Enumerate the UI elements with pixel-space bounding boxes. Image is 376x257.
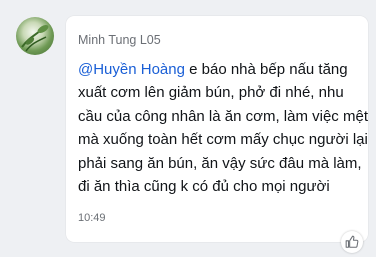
- message-time: 10:49: [78, 212, 106, 224]
- message-bubble: Minh Tung L05 @Huyền Hoàng e báo nhà bếp…: [66, 16, 368, 242]
- like-button[interactable]: [341, 231, 363, 253]
- avatar[interactable]: [16, 17, 54, 55]
- thumbs-up-icon: [345, 235, 359, 248]
- mention-link[interactable]: @Huyền Hoàng: [78, 61, 185, 78]
- message-text: @Huyền Hoàng e báo nhà bếp nấu tăng xuất…: [78, 58, 368, 198]
- avatar-photo-icon: [21, 25, 49, 52]
- sender-name[interactable]: Minh Tung L05: [78, 33, 161, 47]
- message-body: e báo nhà bếp nấu tăng xuất cơm lên giảm…: [78, 61, 368, 196]
